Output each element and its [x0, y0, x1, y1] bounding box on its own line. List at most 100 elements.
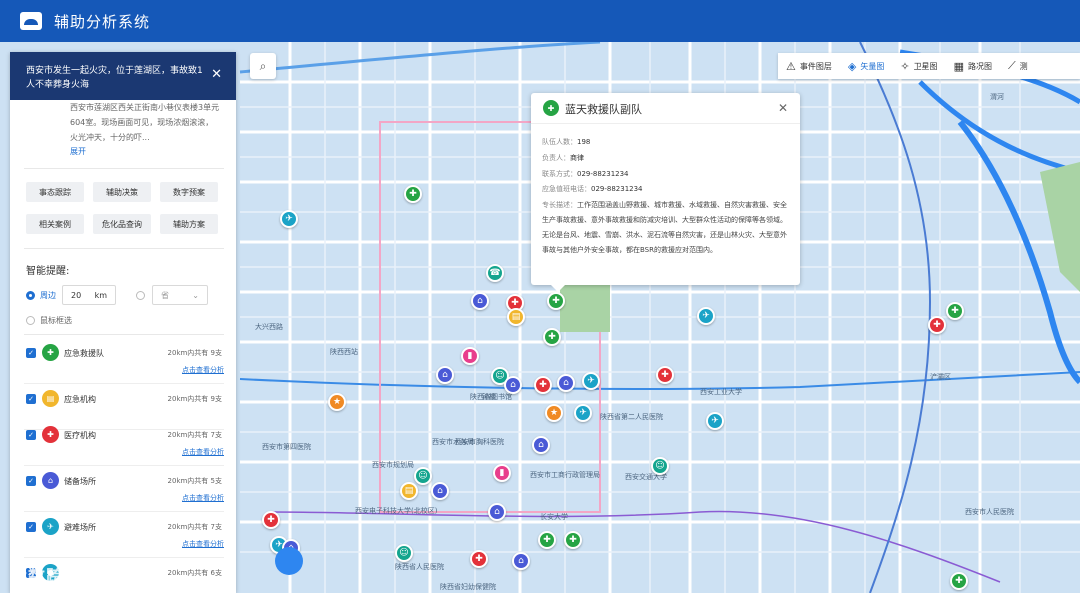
rescue-team-marker[interactable]: ✚	[538, 531, 556, 549]
view-analysis-link[interactable]: 点击查看分析	[182, 539, 224, 549]
rescue-team-marker[interactable]: ✚	[950, 572, 968, 590]
close-icon[interactable]: ✕	[211, 68, 222, 82]
category-name: 避难场所	[64, 523, 96, 532]
map-label: 西安市第四医院	[262, 443, 311, 451]
layer-satellite[interactable]: ✧ 卫星图	[892, 53, 945, 79]
chevron-down-icon: ⌄	[192, 290, 199, 300]
teal-marker[interactable]: ☺	[414, 467, 432, 485]
vector-map-icon: ◈	[847, 59, 857, 73]
view-analysis-link[interactable]: 点击查看分析	[182, 493, 224, 503]
map-label: 大兴西路	[255, 323, 283, 331]
storage-marker[interactable]: ⌂	[436, 366, 454, 384]
event-tracking-button[interactable]: 事态跟踪	[26, 182, 84, 202]
checkbox[interactable]: ✓	[26, 522, 36, 532]
province-radio[interactable]	[136, 291, 145, 300]
teal-marker[interactable]: ☺	[395, 544, 413, 562]
storage-marker[interactable]: ⌂	[512, 552, 530, 570]
medical-icon: ✚	[42, 426, 59, 443]
category-row[interactable]: ✓ ✚ 应急救援队 20km内共有 9支 点击查看分析	[24, 338, 224, 384]
storage-marker[interactable]: ⌂	[431, 482, 449, 500]
category-count: 20km内共有 5支	[167, 477, 222, 485]
shelter-marker[interactable]: ✈	[697, 307, 715, 325]
divider	[24, 334, 224, 335]
rescue-team-marker[interactable]: ✚	[946, 302, 964, 320]
map-label: 钟楼	[482, 393, 496, 401]
box-select-label: 鼠标框选	[40, 316, 72, 325]
orange-marker[interactable]: ★	[328, 393, 346, 411]
layer-event[interactable]: ⚠ 事件图层	[778, 53, 840, 79]
orange-marker[interactable]: ★	[545, 404, 563, 422]
teal-marker[interactable]: ☎	[486, 264, 504, 282]
storage-icon: ⌂	[42, 472, 59, 489]
pink-marker[interactable]: ▮	[461, 347, 479, 365]
satellite-icon: ✧	[900, 59, 910, 73]
layer-label: 矢量图	[860, 61, 885, 71]
shelter-marker[interactable]: ✈	[574, 404, 592, 422]
view-analysis-link[interactable]: 点击查看分析	[182, 447, 224, 457]
divider	[24, 168, 224, 169]
surround-radio[interactable]	[26, 291, 35, 300]
map-label: 陕西省妇幼保健院	[440, 583, 496, 591]
medical-marker[interactable]: ✚	[534, 376, 552, 394]
decision-support-button[interactable]: 辅助决策	[93, 182, 151, 202]
layer-measure[interactable]: ⟋ 测	[1000, 53, 1036, 79]
top-bar: 辅助分析系统	[0, 0, 1080, 42]
close-icon[interactable]: ✕	[778, 101, 788, 115]
distance-unit: km	[94, 290, 107, 300]
storage-marker[interactable]: ⌂	[532, 436, 550, 454]
rescue-team-icon: ✚	[543, 100, 559, 116]
rescue-team-marker[interactable]: ✚	[564, 531, 582, 549]
digital-plan-button[interactable]: 数字预案	[160, 182, 218, 202]
shelter-marker[interactable]: ✈	[582, 372, 600, 390]
layer-label: 测	[1019, 61, 1028, 71]
analysis-panel: 西安市莲湖区西关正街南小巷仪表楼3单元604室。现场画面可见，现场浓烟滚滚，火光…	[10, 52, 236, 593]
incident-alert: 西安市发生一起火灾，位于莲湖区，事故致1人不幸葬身火海 ✕	[10, 52, 236, 100]
view-analysis-link[interactable]: 点击查看分析	[182, 365, 224, 375]
map-label: 西安电子科技大学(北校区)	[355, 507, 438, 515]
map-search-button[interactable]: ⌕	[250, 53, 276, 79]
map-label: 渭河	[990, 93, 1004, 101]
shelter-marker[interactable]: ✈	[706, 412, 724, 430]
incident-location-marker[interactable]	[275, 547, 303, 575]
rescue-team-marker[interactable]: ✚	[404, 185, 422, 203]
rescue-team-marker-selected[interactable]: ✚	[547, 292, 565, 310]
province-select[interactable]: 省 ⌄	[152, 285, 208, 305]
storage-marker[interactable]: ⌂	[557, 374, 575, 392]
layer-vector[interactable]: ◈ 矢量图	[840, 53, 892, 79]
medical-marker[interactable]: ✚	[262, 511, 280, 529]
expand-link[interactable]: 展开	[70, 146, 86, 157]
layer-traffic[interactable]: ▦ 路况图	[946, 53, 1000, 79]
agency-icon: ▤	[42, 390, 59, 407]
teal-marker[interactable]: ☺	[651, 457, 669, 475]
shelter-marker[interactable]: ✈	[280, 210, 298, 228]
storage-marker[interactable]: ⌂	[488, 503, 506, 521]
distance-value: 20	[71, 290, 82, 300]
medical-marker[interactable]: ✚	[928, 316, 946, 334]
related-cases-button[interactable]: 相关案例	[26, 214, 84, 234]
popup-field: 负责人：商律	[542, 154, 584, 162]
hazmat-query-button[interactable]: 危化品查询	[93, 214, 151, 234]
category-row[interactable]: ✓ ✚ 医疗机构 20km内共有 7支 点击查看分析	[24, 420, 224, 466]
distance-input[interactable]: 20 km	[62, 285, 116, 305]
popup-field: 队伍人数：198	[542, 138, 591, 146]
app-logo-icon	[20, 12, 42, 30]
incident-detail: 西安市莲湖区西关正街南小巷仪表楼3单元604室。现场画面可见，现场浓烟滚滚，火光…	[70, 103, 220, 142]
category-row[interactable]: ✓ ✈ 避难场所 20km内共有 7支 点击查看分析	[24, 512, 224, 558]
checkbox[interactable]: ✓	[26, 430, 36, 440]
checkbox[interactable]: ✓	[26, 394, 36, 404]
category-row[interactable]: ✓ ⌂ 储备场所 20km内共有 5支 点击查看分析	[24, 466, 224, 512]
storage-marker[interactable]: ⌂	[504, 376, 522, 394]
map-label: 西安市规划局	[372, 461, 414, 469]
agency-marker[interactable]: ▤	[400, 482, 418, 500]
agency-marker[interactable]: ▤	[507, 308, 525, 326]
rescue-team-marker[interactable]: ✚	[543, 328, 561, 346]
storage-marker[interactable]: ⌂	[471, 292, 489, 310]
box-select-radio[interactable]	[26, 316, 35, 325]
medical-marker[interactable]: ✚	[656, 366, 674, 384]
province-placeholder: 省	[161, 290, 169, 300]
support-plan-button[interactable]: 辅助方案	[160, 214, 218, 234]
checkbox[interactable]: ✓	[26, 476, 36, 486]
pink-marker[interactable]: ▮	[493, 464, 511, 482]
checkbox[interactable]: ✓	[26, 348, 36, 358]
medical-marker[interactable]: ✚	[470, 550, 488, 568]
